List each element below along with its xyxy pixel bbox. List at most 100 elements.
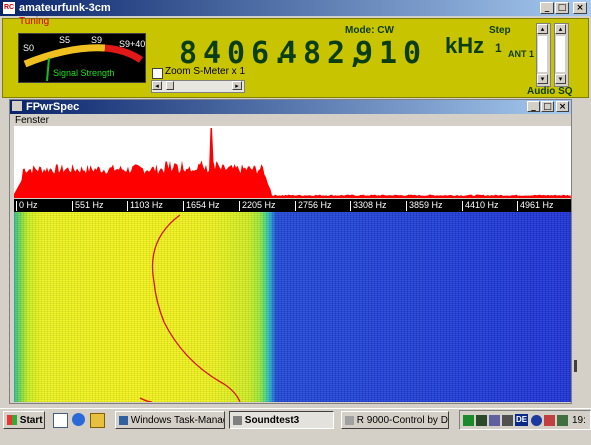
close-button[interactable]: × [573, 2, 587, 14]
frequency-unit: kHz [445, 33, 485, 58]
step-value[interactable]: 1 [495, 41, 502, 55]
radio-icon [345, 415, 354, 425]
axis-tick-label: 2756 Hz [298, 200, 332, 210]
s-meter: S0 S5 S9 S9+40 Signal Strength [18, 33, 146, 83]
axis-tick [350, 201, 351, 211]
slider-left-arrow[interactable]: ◂ [152, 81, 162, 90]
frequency-display[interactable]: 8406.482,910 [179, 36, 479, 76]
frequency-digit[interactable]: 4 [279, 36, 297, 71]
spectrum-fill [14, 128, 571, 198]
axis-tick [517, 201, 518, 211]
start-button[interactable]: Start [3, 411, 45, 429]
s-meter-scale-s0: S0 [23, 43, 35, 53]
taskbar-button-label: Soundtest3 [244, 415, 300, 426]
axis-tick-label: 3308 Hz [353, 200, 387, 210]
axis-tick-label: 1654 Hz [186, 200, 220, 210]
frequency-digit[interactable]: 9 [355, 36, 373, 71]
frequency-digit[interactable]: 6 [251, 36, 269, 71]
frequency-digit[interactable]: 8 [303, 36, 321, 71]
taskbar-button-soundtest3[interactable]: Soundtest3 [229, 411, 334, 429]
axis-tick [16, 201, 17, 211]
step-label: Step [489, 25, 511, 36]
axis-tick-label: 551 Hz [75, 200, 104, 210]
start-label: Start [19, 415, 43, 426]
taskbar-button-label: R 9000-Control by DF3LZ [356, 415, 448, 426]
waterfall-display [14, 212, 571, 402]
axis-tick-label: 3859 Hz [409, 200, 443, 210]
zoom-checkbox[interactable] [152, 68, 163, 79]
axis-tick [72, 201, 73, 211]
axis-tick-label: 2205 Hz [242, 200, 276, 210]
frequency-digit[interactable]: 8 [179, 36, 197, 71]
clock-app-icon[interactable] [531, 415, 542, 426]
monitor-icon[interactable] [476, 415, 487, 426]
audio-down-arrow[interactable]: ▾ [555, 74, 566, 84]
spectrum-trace [14, 128, 571, 198]
volume-icon[interactable] [502, 415, 513, 426]
axis-tick [295, 201, 296, 211]
speaker-icon[interactable] [489, 415, 500, 426]
main-titlebar[interactable]: RC amateurfunk-3cm _ □ × [0, 0, 591, 16]
slider-thumb[interactable] [166, 81, 174, 90]
axis-tick [183, 201, 184, 211]
spectrum-titlebar[interactable]: FPwrSpec _ □ × [10, 100, 571, 114]
zoom-slider[interactable]: ◂ ▸ [151, 80, 245, 93]
audio-squelch-slider[interactable]: ▴ ▾ [554, 23, 569, 87]
desktop-icon[interactable] [53, 413, 68, 428]
spectrum-maximize-button[interactable]: □ [541, 101, 554, 112]
spectrum-window: FPwrSpec _ □ × Fenster 0 Hz 551 Hz 1103 Hz… [9, 99, 572, 404]
taskbar-button-r9000[interactable]: R 9000-Control by DF3LZ [341, 411, 449, 429]
taskmanager-icon [119, 415, 128, 425]
sound-icon [233, 415, 242, 425]
spectrum-minimize-button[interactable]: _ [527, 101, 540, 112]
audio-track [556, 36, 565, 72]
window-resize-grip[interactable] [574, 360, 577, 372]
spectrum-close-button[interactable]: × [556, 101, 569, 112]
frequency-digit[interactable]: 4 [203, 36, 221, 71]
tuning-panel: Tuning S0 S5 S9 S9+40 Signal Strength Zo… [2, 16, 589, 98]
s-meter-needle [46, 57, 50, 82]
taskbar-button-taskmanager[interactable]: Windows Task-Manager [115, 411, 225, 429]
step-spinner[interactable]: ▴ ▾ [536, 23, 551, 87]
de-language-icon[interactable]: DE [515, 414, 528, 426]
frequency-digit[interactable]: 2 [327, 36, 345, 71]
frequency-digit[interactable]: 1 [379, 36, 397, 71]
spinner-down-arrow[interactable]: ▾ [537, 74, 548, 84]
spinner-up-arrow[interactable]: ▴ [537, 24, 548, 34]
slider-right-arrow[interactable]: ▸ [232, 81, 242, 90]
axis-tick [462, 201, 463, 211]
audio-sq-label: Audio SQ [527, 86, 573, 97]
axis-tick [239, 201, 240, 211]
spectrum-app-icon[interactable] [12, 101, 22, 111]
s-meter-caption: Signal Strength [53, 68, 115, 78]
taskbar-clock[interactable]: 19: [572, 415, 586, 426]
windows-logo-icon [7, 415, 17, 426]
axis-tick-label: 4410 Hz [465, 200, 499, 210]
antivirus-icon[interactable] [544, 415, 555, 426]
outlook-icon[interactable] [90, 413, 105, 428]
axis-tick [406, 201, 407, 211]
axis-tick-label: 4961 Hz [520, 200, 554, 210]
shield-icon[interactable] [557, 415, 568, 426]
system-tray: DE 19: [459, 410, 591, 430]
frequency-axis: 0 Hz 551 Hz 1103 Hz 1654 Hz 2205 Hz 2756 Hz 33… [14, 199, 571, 212]
ie-icon[interactable] [72, 413, 85, 426]
spinner-track [538, 36, 547, 72]
network-icon[interactable] [463, 415, 474, 426]
app-icon[interactable]: RC [3, 2, 15, 14]
spectrum-plot [14, 126, 571, 198]
minimize-button[interactable]: _ [540, 2, 554, 14]
waterfall-trace [139, 214, 241, 402]
menu-fenster[interactable]: Fenster [15, 115, 49, 126]
main-window: RC amateurfunk-3cm _ □ × Tuning S0 S5 S9… [0, 0, 591, 408]
frequency-digit[interactable]: 0 [403, 36, 421, 71]
axis-tick [127, 201, 128, 211]
frequency-digit[interactable]: 0 [227, 36, 245, 71]
antenna-label[interactable]: ANT 1 [508, 49, 534, 59]
s-meter-scale-s5: S5 [59, 35, 71, 45]
audio-up-arrow[interactable]: ▴ [555, 24, 566, 34]
s-meter-scale-s9plus40: S9+40 [119, 39, 146, 49]
taskbar-button-label: Windows Task-Manager [130, 415, 224, 426]
s-meter-scale-s9: S9 [91, 35, 103, 45]
maximize-button[interactable]: □ [555, 2, 569, 14]
